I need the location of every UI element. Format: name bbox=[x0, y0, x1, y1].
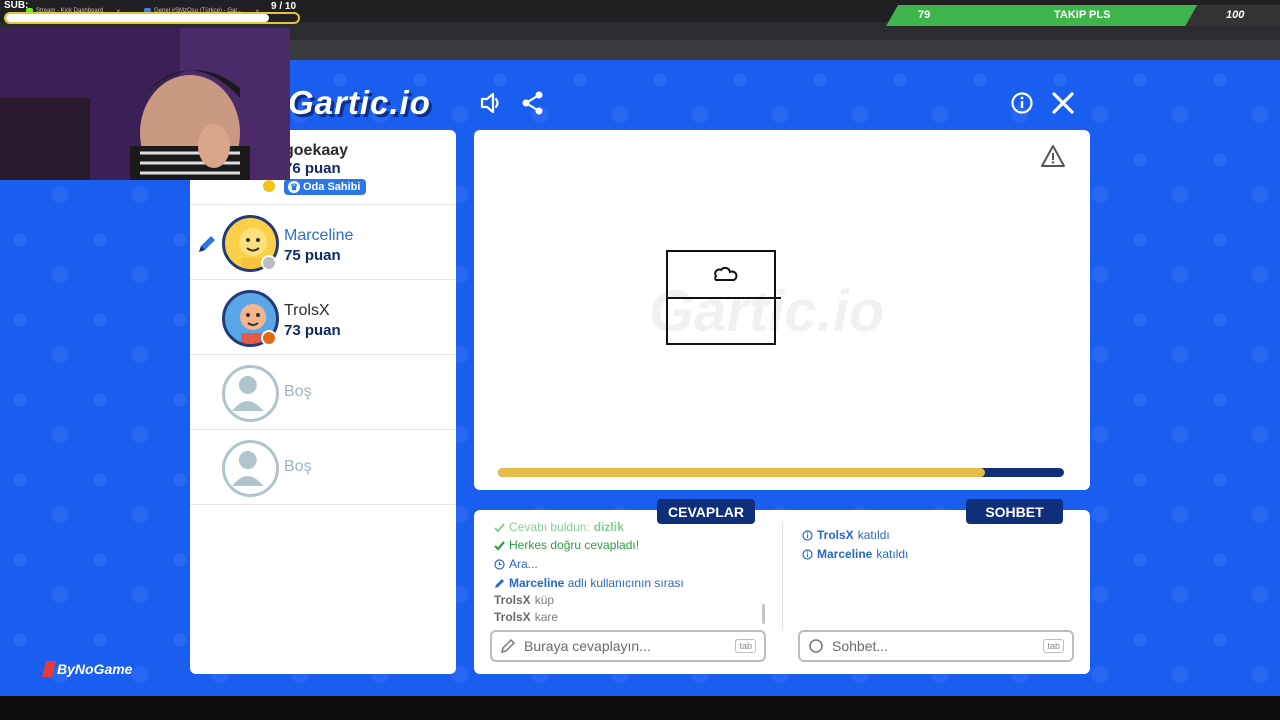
info-icon bbox=[802, 548, 813, 560]
follow-goal-target: 100 bbox=[1226, 9, 1245, 21]
message-text: küp bbox=[534, 593, 555, 607]
drawing-canvas[interactable]: Gartic.io bbox=[474, 130, 1090, 490]
player-row[interactable]: TrolsX 73 puan bbox=[190, 280, 456, 355]
message-answer: dizlik bbox=[593, 520, 624, 534]
status-dot bbox=[261, 330, 277, 346]
badge-label: Oda Sahibi bbox=[303, 181, 361, 193]
message-user: TrolsX bbox=[494, 610, 531, 624]
tab-key-hint: tab bbox=[1043, 639, 1064, 653]
answer-input[interactable]: Buraya cevaplayın... tab bbox=[490, 630, 766, 662]
info-icon[interactable] bbox=[1009, 90, 1035, 116]
message-text: Ara... bbox=[509, 557, 538, 571]
player-name: Boş bbox=[284, 458, 312, 475]
sponsor-logo: ByNoGame bbox=[41, 661, 133, 677]
player-score: 73 puan bbox=[284, 322, 341, 339]
tab-chat[interactable]: SOHBET bbox=[966, 499, 1063, 524]
players-panel: goekaay 76 puan ♛ Oda Sahibi Marceline 7… bbox=[190, 130, 456, 674]
sub-goal-label: SUB: bbox=[4, 0, 29, 11]
answer-placeholder: Buraya cevaplayın... bbox=[524, 638, 651, 654]
pencil-icon bbox=[500, 638, 516, 654]
empty-slot: Boş bbox=[190, 355, 456, 430]
status-dot bbox=[261, 255, 277, 271]
streamer-video bbox=[0, 28, 290, 180]
pencil-icon bbox=[199, 236, 215, 252]
empty-avatar-icon bbox=[222, 440, 279, 497]
room-owner-badge: ♛ Oda Sahibi bbox=[284, 179, 367, 195]
player-score: 76 puan bbox=[284, 160, 341, 177]
status-dot bbox=[261, 178, 277, 194]
timer-fill bbox=[498, 468, 985, 477]
message-text: Cevabı buldun: bbox=[509, 520, 590, 534]
search-icon bbox=[809, 639, 823, 653]
crown-icon: ♛ bbox=[288, 181, 300, 193]
answer-message: Cevabı buldun: dizlik bbox=[494, 520, 624, 534]
chat-message: Marceline katıldı bbox=[802, 547, 908, 561]
answer-message: TrolsX küp bbox=[494, 593, 554, 607]
answer-message: Marceline adlı kullanıcının sırası bbox=[494, 576, 684, 590]
message-text: kare bbox=[534, 610, 559, 624]
message-text: Herkes doğru cevapladı! bbox=[509, 538, 640, 552]
game-logo[interactable]: Gartic.io bbox=[288, 84, 431, 122]
sub-goal-count: 9 / 10 bbox=[271, 1, 297, 12]
player-row[interactable]: Marceline 75 puan bbox=[190, 205, 456, 280]
chat-placeholder: Sohbet... bbox=[832, 638, 889, 654]
message-user: Marceline bbox=[509, 576, 565, 590]
tab-key-hint: tab bbox=[735, 639, 756, 653]
message-text: katıldı bbox=[876, 547, 909, 561]
clock-icon bbox=[494, 558, 505, 570]
message-text: katıldı bbox=[857, 528, 890, 542]
info-icon bbox=[802, 529, 813, 541]
chat-panel: Cevabı buldun: dizlik Herkes doğru cevap… bbox=[474, 510, 1090, 674]
message-text: adlı kullanıcının sırası bbox=[564, 576, 684, 590]
player-drawing bbox=[666, 250, 781, 345]
user-silhouette-icon bbox=[232, 451, 264, 486]
message-user: TrolsX bbox=[494, 593, 531, 607]
answers-scrollbar[interactable] bbox=[762, 604, 765, 624]
close-icon[interactable] bbox=[1050, 90, 1076, 116]
divider bbox=[782, 522, 783, 630]
player-name: Marceline bbox=[284, 227, 354, 244]
pencil-icon bbox=[495, 578, 504, 588]
check-icon bbox=[494, 540, 505, 551]
empty-slot: Boş bbox=[190, 430, 456, 505]
tab-answers[interactable]: CEVAPLAR bbox=[657, 499, 755, 524]
answer-message: TrolsX kare bbox=[494, 610, 558, 624]
follow-goal-fill bbox=[886, 5, 1197, 26]
message-user: Marceline bbox=[817, 547, 873, 561]
share-icon[interactable] bbox=[520, 90, 546, 116]
message-user: TrolsX bbox=[817, 528, 854, 542]
follow-goal-title: TAKIP PLS bbox=[1054, 9, 1111, 21]
chat-input[interactable]: Sohbet... tab bbox=[798, 630, 1074, 662]
empty-avatar-icon bbox=[222, 365, 279, 422]
round-timer-bar bbox=[498, 468, 1064, 477]
warning-icon[interactable] bbox=[1040, 144, 1066, 168]
sound-icon[interactable] bbox=[478, 90, 504, 116]
player-score: 75 puan bbox=[284, 247, 341, 264]
answer-message: Ara... bbox=[494, 557, 538, 571]
sub-goal-fill bbox=[6, 14, 269, 22]
user-silhouette-icon bbox=[232, 376, 264, 411]
player-name: TrolsX bbox=[284, 302, 330, 319]
check-icon bbox=[494, 522, 505, 532]
sponsor-name: ByNoGame bbox=[57, 661, 133, 677]
page-footer bbox=[0, 696, 1280, 720]
player-name: Boş bbox=[284, 383, 312, 400]
streamer-webcam bbox=[0, 28, 290, 180]
follow-current: 79 bbox=[918, 9, 931, 21]
chat-message: TrolsX katıldı bbox=[802, 528, 890, 542]
answer-message: Herkes doğru cevapladı! bbox=[494, 538, 639, 552]
player-name: goekaay bbox=[284, 142, 349, 159]
bynogame-icon bbox=[41, 661, 57, 677]
sub-goal-bar bbox=[4, 12, 300, 24]
